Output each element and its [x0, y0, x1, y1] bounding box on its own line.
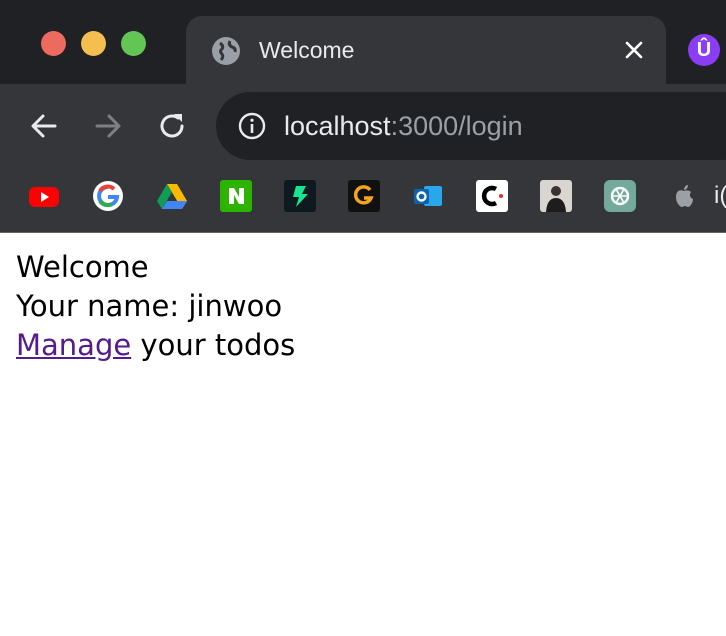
tab-strip: Welcome Û — [0, 0, 726, 84]
udemy-tab-icon[interactable]: Û — [688, 34, 720, 66]
back-arrow-icon[interactable] — [28, 110, 60, 142]
c-icon[interactable] — [476, 180, 508, 212]
info-icon[interactable] — [238, 112, 266, 140]
close-tab-icon[interactable] — [620, 36, 648, 64]
manage-suffix: your todos — [131, 328, 296, 362]
google-drive-icon[interactable] — [156, 180, 188, 212]
browser-chrome: Welcome Û localhost:3000/login i( — [0, 0, 726, 233]
bookmark-overflow-label[interactable]: i( — [714, 181, 726, 211]
google-icon[interactable] — [92, 180, 124, 212]
url-text[interactable]: localhost:3000/login — [284, 108, 523, 144]
apple-icon[interactable] — [668, 180, 700, 212]
forward-arrow-icon[interactable] — [92, 110, 124, 142]
outlook-icon[interactable] — [412, 180, 444, 212]
window-close-button[interactable] — [41, 31, 66, 56]
window-minimize-button[interactable] — [81, 31, 106, 56]
address-bar[interactable]: localhost:3000/login — [216, 92, 726, 160]
tab-welcome[interactable]: Welcome — [186, 16, 666, 84]
youtube-icon[interactable] — [28, 180, 60, 212]
manage-link[interactable]: Manage — [16, 328, 131, 362]
tab-title: Welcome — [259, 37, 355, 63]
page-content: Welcome Your name: jinwoo Manage your to… — [16, 248, 295, 365]
user-name-line: Your name: jinwoo — [16, 289, 283, 323]
page-title: Welcome — [16, 250, 149, 284]
url-path: :3000/login — [390, 111, 523, 141]
reload-icon[interactable] — [156, 110, 188, 142]
naver-icon[interactable] — [220, 180, 252, 212]
g-icon[interactable] — [348, 180, 380, 212]
zeplin-icon[interactable] — [284, 180, 316, 212]
manage-line: Manage your todos — [16, 326, 295, 365]
chatgpt-icon[interactable] — [604, 180, 636, 212]
url-host: localhost — [284, 111, 391, 141]
globe-icon — [212, 37, 240, 65]
profile-photo-icon[interactable] — [540, 180, 572, 212]
chrome-divider — [0, 232, 726, 233]
window-maximize-button[interactable] — [121, 31, 146, 56]
